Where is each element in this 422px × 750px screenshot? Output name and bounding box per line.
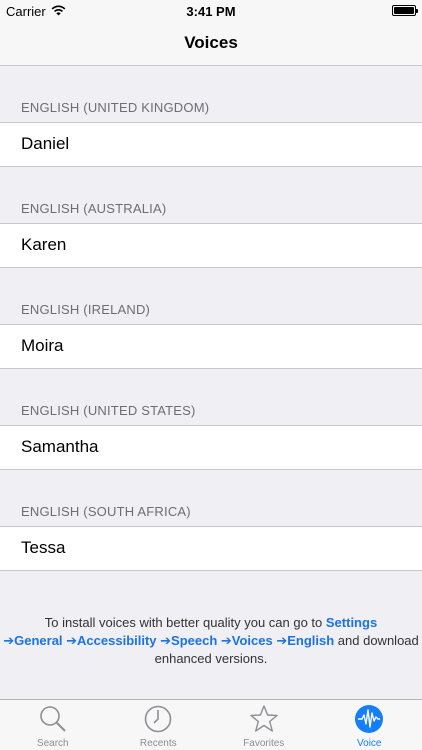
clock-icon: [144, 705, 172, 733]
page-title: Voices: [184, 33, 238, 52]
status-time: 3:41 PM: [186, 4, 236, 19]
settings-path-link[interactable]: ➔General ➔Accessibility ➔Speech ➔Voices …: [3, 633, 334, 648]
battery-icon: [392, 5, 418, 16]
tab-label-search: Search: [36, 738, 69, 749]
footer-prefix: To install voices with better quality yo…: [44, 615, 326, 630]
voice-name: Samantha: [21, 437, 99, 456]
section-header-south-africa: ENGLISH (SOUTH AFRICA): [21, 504, 191, 519]
voice-name: Tessa: [21, 538, 66, 557]
star-icon: [250, 705, 278, 732]
magnifier-icon: [39, 706, 66, 732]
install-voices-footer: To install voices with better quality yo…: [0, 614, 422, 668]
voices-list: ENGLISH (UNITED KINGDOM) Daniel ENGLISH …: [0, 66, 422, 699]
section-header-us: ENGLISH (UNITED STATES): [21, 403, 196, 418]
tab-search[interactable]: Search: [0, 700, 106, 750]
section-header-ireland: ENGLISH (IRELAND): [21, 302, 151, 317]
voice-cell-tessa[interactable]: Tessa: [0, 526, 422, 571]
tab-label-voice: Voice: [357, 738, 382, 749]
section-header-uk: ENGLISH (UNITED KINGDOM): [21, 100, 210, 115]
voice-cell-daniel[interactable]: Daniel: [0, 122, 422, 167]
tab-voice[interactable]: Voice: [317, 700, 422, 750]
voice-cell-moira[interactable]: Moira: [0, 324, 422, 369]
tab-bar: Search Recents Favorites Voice: [0, 699, 422, 750]
voice-cell-karen[interactable]: Karen: [0, 223, 422, 268]
voice-name: Karen: [21, 235, 67, 254]
status-bar: Carrier 3:41 PM: [0, 0, 422, 22]
waveform-icon: [355, 705, 384, 733]
tab-label-recents: Recents: [139, 738, 177, 749]
voice-name: Moira: [21, 336, 64, 355]
voice-cell-samantha[interactable]: Samantha: [0, 425, 422, 470]
voice-name: Daniel: [21, 134, 70, 153]
tab-label-favorites: Favorites: [243, 738, 285, 749]
section-header-australia: ENGLISH (AUSTRALIA): [21, 201, 167, 216]
tab-recents[interactable]: Recents: [106, 700, 212, 750]
settings-link[interactable]: Settings: [326, 615, 377, 630]
navigation-bar: Voices: [0, 22, 422, 66]
tab-favorites[interactable]: Favorites: [211, 700, 317, 750]
